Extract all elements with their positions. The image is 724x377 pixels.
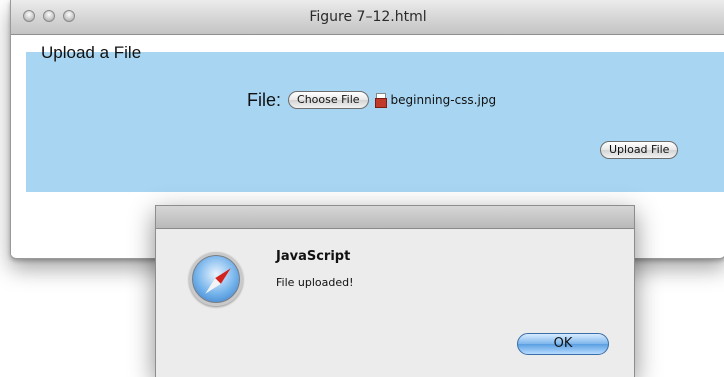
- page-heading: Upload a File: [41, 43, 142, 62]
- choose-file-button[interactable]: Choose File: [288, 91, 369, 109]
- image-file-icon: [374, 92, 387, 108]
- dialog-message: File uploaded!: [276, 276, 354, 289]
- alert-dialog: JavaScript File uploaded! OK: [155, 205, 635, 377]
- dialog-title-bar: [156, 206, 634, 229]
- ok-button[interactable]: OK: [517, 333, 609, 355]
- file-input-row: File: Choose File beginning-css.jpg: [247, 88, 496, 112]
- upload-file-button[interactable]: Upload File: [600, 141, 679, 159]
- title-bar: Figure 7–12.html: [11, 0, 724, 35]
- safari-compass-icon: [189, 252, 243, 306]
- dialog-title: JavaScript: [276, 249, 351, 264]
- selected-file-name: beginning-css.jpg: [390, 93, 497, 107]
- file-label: File:: [247, 89, 282, 110]
- window-title: Figure 7–12.html: [309, 9, 427, 25]
- upload-form-panel: [26, 52, 724, 192]
